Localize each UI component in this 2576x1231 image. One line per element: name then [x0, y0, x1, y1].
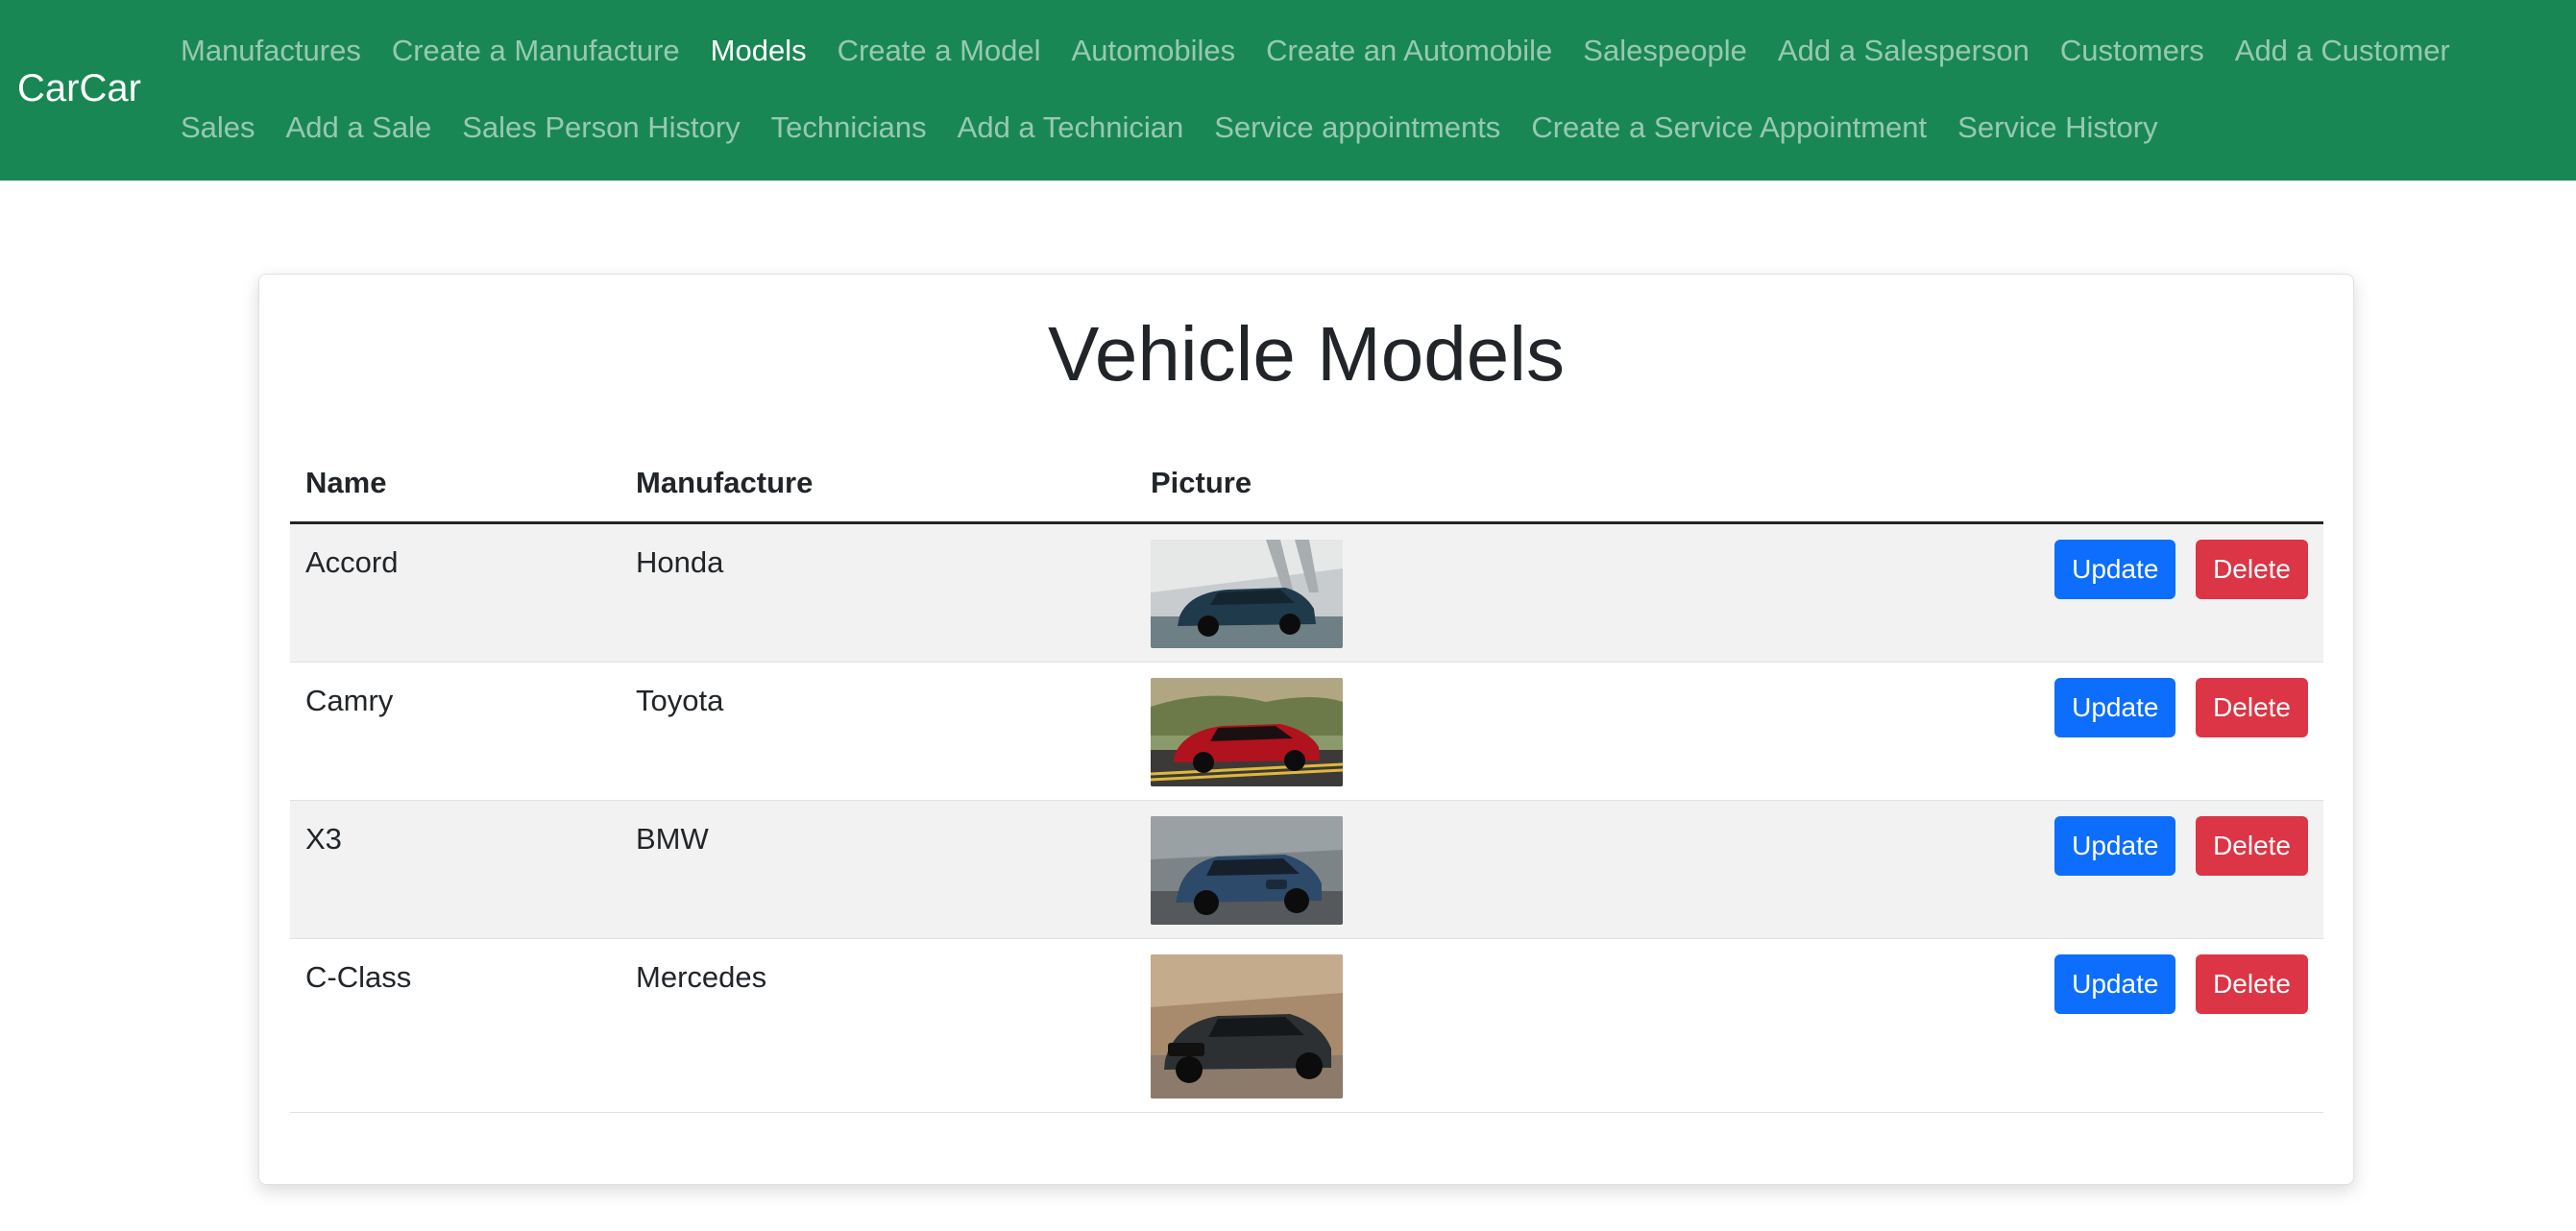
delete-button[interactable]: Delete — [2196, 953, 2308, 1014]
model-picture — [1151, 953, 1343, 1098]
model-name-cell: X3 — [290, 800, 620, 939]
model-name-cell: Camry — [290, 662, 620, 801]
table-row: C-Class Mercedes Update Delete — [290, 938, 2323, 1113]
manufacture-cell: Toyota — [620, 662, 1135, 801]
delete-button[interactable]: Delete — [2196, 539, 2308, 599]
nav-link-add-salesperson[interactable]: Add a Salesperson — [1762, 29, 2045, 73]
nav-row-secondary: Sales Add a Sale Sales Person History Te… — [165, 106, 2174, 150]
table-row: Accord Honda Update Delete — [290, 522, 2323, 663]
nav-link-service-history[interactable]: Service History — [1942, 106, 2173, 150]
header-actions — [1808, 446, 2323, 524]
nav-link-create-automobile[interactable]: Create an Automobile — [1251, 29, 1567, 73]
manufacture-cell: Honda — [620, 522, 1135, 663]
update-button[interactable]: Update — [2054, 539, 2176, 599]
nav-link-manufactures[interactable]: Manufactures — [165, 29, 377, 73]
header-name: Name — [290, 446, 620, 524]
nav-link-create-service-appointment[interactable]: Create a Service Appointment — [1516, 106, 1942, 150]
model-name-cell: C-Class — [290, 938, 620, 1113]
table-row: Camry Toyota Update Delete — [290, 662, 2323, 801]
nav-link-add-technician[interactable]: Add a Technician — [942, 106, 1200, 150]
delete-button[interactable]: Delete — [2196, 815, 2308, 876]
nav-link-sales-person-history[interactable]: Sales Person History — [447, 106, 755, 150]
top-navbar: CarCar Manufactures Create a Manufacture… — [0, 0, 2576, 181]
nav-link-automobiles[interactable]: Automobiles — [1057, 29, 1252, 73]
table-row: X3 BMW Update Delete — [290, 800, 2323, 939]
manufacture-cell: BMW — [620, 800, 1135, 939]
nav-link-customers[interactable]: Customers — [2045, 29, 2220, 73]
manufacture-cell: Mercedes — [620, 938, 1135, 1113]
nav-link-create-manufacture[interactable]: Create a Manufacture — [377, 29, 695, 73]
model-picture — [1151, 815, 1343, 925]
update-button[interactable]: Update — [2054, 953, 2176, 1014]
models-card: Vehicle Models Name Manufacture Picture … — [258, 274, 2354, 1185]
delete-button[interactable]: Delete — [2196, 677, 2308, 737]
nav-link-add-customer[interactable]: Add a Customer — [2220, 29, 2466, 73]
nav-link-sales[interactable]: Sales — [165, 106, 271, 150]
page-title: Vehicle Models — [1047, 311, 1566, 397]
model-name-cell: Accord — [290, 522, 620, 663]
nav-link-technicians[interactable]: Technicians — [756, 106, 942, 150]
update-button[interactable]: Update — [2054, 815, 2176, 876]
models-table: Name Manufacture Picture Accord Honda Up… — [290, 446, 2323, 1113]
header-manufacture: Manufacture — [620, 446, 1135, 524]
nav-link-service-appointments[interactable]: Service appointments — [1199, 106, 1516, 150]
nav-row-primary: Manufactures Create a Manufacture Models… — [165, 29, 2466, 73]
nav-link-salespeople[interactable]: Salespeople — [1567, 29, 1762, 73]
nav-link-add-sale[interactable]: Add a Sale — [271, 106, 448, 150]
brand-link[interactable]: CarCar — [17, 67, 141, 110]
table-header-row: Name Manufacture Picture — [290, 446, 2323, 524]
model-picture — [1151, 539, 1343, 648]
update-button[interactable]: Update — [2054, 677, 2176, 737]
model-picture — [1151, 677, 1343, 786]
header-picture: Picture — [1135, 446, 1808, 524]
nav-link-create-model[interactable]: Create a Model — [822, 29, 1057, 73]
nav-link-models[interactable]: Models — [695, 29, 822, 73]
